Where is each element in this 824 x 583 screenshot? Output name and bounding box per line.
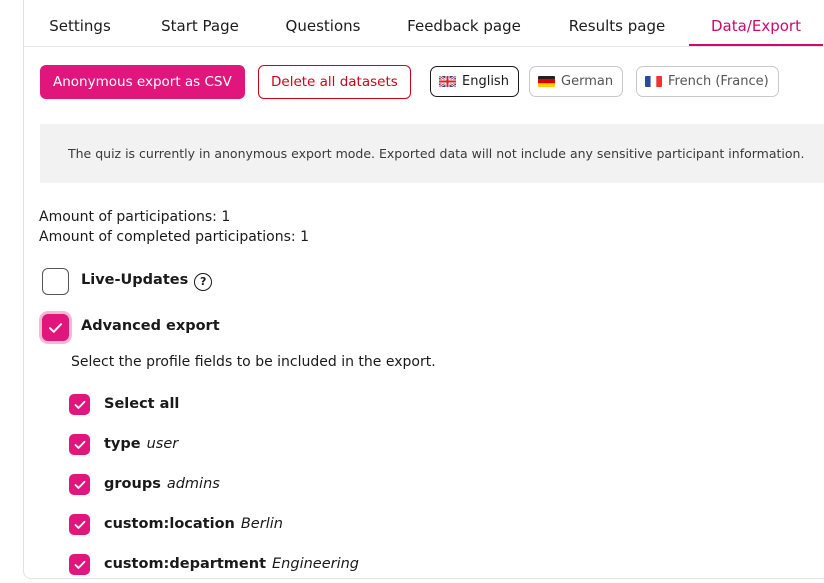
field-department-row: custom:department Engineering	[104, 556, 359, 572]
field-location-name: custom:location	[104, 516, 235, 532]
tab-data-export[interactable]: Data/Export	[689, 0, 823, 46]
language-french-label: French (France)	[668, 74, 769, 89]
field-type-name: type	[104, 436, 141, 452]
live-updates-checkbox[interactable]	[42, 268, 69, 295]
checkmark-icon	[74, 560, 85, 569]
advanced-export-checkbox[interactable]	[42, 314, 69, 341]
france-flag-icon	[645, 76, 662, 87]
advanced-export-label: Advanced export	[81, 318, 220, 334]
live-updates-row: Live-Updates?	[81, 272, 213, 291]
tab-settings[interactable]: Settings	[48, 0, 112, 46]
select-all-checkbox[interactable]	[69, 394, 90, 415]
live-updates-label: Live-Updates	[81, 272, 189, 288]
anonymous-mode-notice: The quiz is currently in anonymous expor…	[40, 124, 824, 183]
checkmark-icon	[74, 400, 85, 409]
language-german-button[interactable]: German	[529, 66, 624, 97]
select-all-label: Select all	[104, 396, 180, 412]
field-type-row: type user	[104, 436, 178, 452]
tab-bar: Settings Start Page Questions Feedback p…	[24, 0, 824, 47]
field-location-checkbox[interactable]	[69, 514, 90, 535]
field-groups-checkbox[interactable]	[69, 474, 90, 495]
language-french-button[interactable]: French (France)	[636, 66, 779, 97]
tab-questions[interactable]: Questions	[283, 0, 363, 46]
checkmark-icon	[49, 322, 62, 333]
checkmark-icon	[74, 520, 85, 529]
field-groups-value: admins	[166, 476, 220, 492]
delete-all-datasets-button[interactable]: Delete all datasets	[258, 65, 411, 99]
field-location-row: custom:location Berlin	[104, 516, 283, 532]
profile-fields-description: Select the profile fields to be included…	[71, 354, 436, 370]
checkmark-icon	[74, 480, 85, 489]
tab-results-page[interactable]: Results page	[566, 0, 668, 46]
language-english-button[interactable]: English	[430, 66, 519, 97]
language-german-label: German	[561, 74, 614, 89]
field-department-name: custom:department	[104, 556, 267, 572]
tab-feedback-page[interactable]: Feedback page	[407, 0, 521, 46]
uk-flag-icon	[439, 76, 456, 87]
field-type-checkbox[interactable]	[69, 434, 90, 455]
question-circle-icon[interactable]: ?	[194, 273, 213, 291]
field-groups-row: groups admins	[104, 476, 220, 492]
field-type-value: user	[146, 436, 179, 452]
field-department-value: Engineering	[272, 556, 360, 572]
completed-participations-count: Amount of completed participations: 1	[39, 229, 309, 245]
language-english-label: English	[462, 74, 509, 89]
field-department-checkbox[interactable]	[69, 554, 90, 575]
participations-count: Amount of participations: 1	[39, 209, 231, 225]
field-location-value: Berlin	[240, 516, 283, 532]
tab-start-page[interactable]: Start Page	[154, 0, 246, 46]
field-groups-name: groups	[104, 476, 161, 492]
germany-flag-icon	[538, 76, 555, 87]
anonymous-export-csv-button[interactable]: Anonymous export as CSV	[40, 65, 245, 99]
checkmark-icon	[74, 440, 85, 449]
data-export-panel: Settings Start Page Questions Feedback p…	[23, 0, 824, 579]
